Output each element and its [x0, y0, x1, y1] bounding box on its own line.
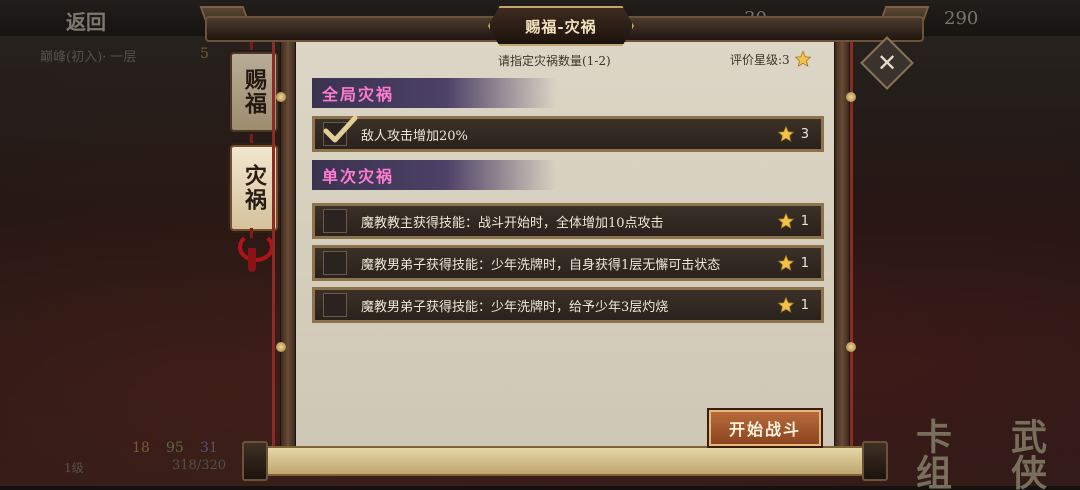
player-level: 1级: [64, 461, 84, 475]
currency-b: 290: [944, 8, 979, 29]
stat-2: 95: [166, 440, 184, 456]
calamity-label: 魔教男弟子获得技能：少年洗牌时，给予少年3层灼烧: [361, 299, 669, 315]
selection-hint: 请指定灾祸数量(1-2): [498, 54, 611, 68]
section-global-calamity: 全局灾祸: [312, 78, 556, 108]
start-battle-button[interactable]: 开始战斗: [709, 410, 821, 446]
calamity-label: 敌人攻击增加20%: [361, 128, 468, 144]
rating-label: 评价星级:3: [730, 52, 790, 67]
star-value: 1: [800, 213, 809, 229]
rating-display: 评价星级:3: [730, 50, 812, 68]
calamity-row[interactable]: 魔教男弟子获得技能：少年洗牌时，自身获得1层无懈可击状态 1: [312, 245, 824, 281]
tab-calamity[interactable]: 灾祸: [230, 145, 278, 231]
star-icon: [777, 212, 795, 229]
exp-readout: 318/320: [172, 458, 227, 473]
calamity-label: 魔教教主获得技能：战斗开始时，全体增加10点攻击: [361, 215, 664, 231]
stat-1: 18: [132, 440, 150, 456]
checkbox[interactable]: [323, 209, 347, 233]
calamity-row[interactable]: 敌人攻击增加20% 3: [312, 115, 824, 152]
star-icon: [777, 125, 795, 142]
star-icon: [777, 296, 795, 313]
bottom-rod: [250, 446, 874, 476]
tab-blessing[interactable]: 赐福: [230, 52, 278, 132]
frame-cord-left: [272, 40, 275, 450]
star-icon: [794, 50, 812, 67]
star-count: 1: [777, 212, 809, 230]
tassel-ornament: [248, 248, 256, 272]
calamity-label: 魔教男弟子获得技能：少年洗牌时，自身获得1层无懈可击状态: [361, 257, 721, 273]
bottom-rod-end-right: [862, 441, 888, 481]
section-single-calamity: 单次灾祸: [312, 160, 556, 190]
stage-stars: 5: [200, 46, 209, 62]
stage-label: 巅峰(初入)· 一层: [40, 50, 137, 65]
deco-text-a: 卡组: [910, 418, 952, 490]
red-knot-ornament: [238, 232, 274, 262]
back-button[interactable]: 返回: [66, 6, 106, 35]
deco-text-b: 武侠: [1005, 418, 1047, 490]
calamity-row[interactable]: 魔教男弟子获得技能：少年洗牌时，给予少年3层灼烧 1: [312, 287, 824, 323]
star-count: 1: [777, 296, 809, 314]
star-value: 3: [800, 126, 809, 142]
section-title: 全局灾祸: [322, 85, 395, 104]
bead-ornament: [276, 92, 286, 102]
stat-3: 31: [200, 440, 218, 456]
checkbox[interactable]: [323, 251, 347, 275]
bead-ornament: [846, 92, 856, 102]
star-value: 1: [800, 297, 809, 313]
dialog-title-plate: 赐福-灾祸: [488, 6, 634, 46]
checkbox[interactable]: [323, 293, 347, 317]
checkbox[interactable]: [323, 115, 358, 146]
dialog-title: 赐福-灾祸: [525, 17, 597, 36]
star-icon: [777, 254, 795, 271]
close-icon: ✕: [876, 49, 898, 77]
calamity-row[interactable]: 魔教教主获得技能：战斗开始时，全体增加10点攻击 1: [312, 203, 824, 239]
section-title: 单次灾祸: [322, 167, 395, 186]
bead-ornament: [276, 342, 286, 352]
checkmark-icon: [323, 115, 358, 143]
bead-ornament: [846, 342, 856, 352]
star-value: 1: [800, 255, 809, 271]
bottom-rod-end-left: [242, 441, 268, 481]
star-count: 1: [777, 254, 809, 272]
star-count: 3: [777, 125, 809, 143]
